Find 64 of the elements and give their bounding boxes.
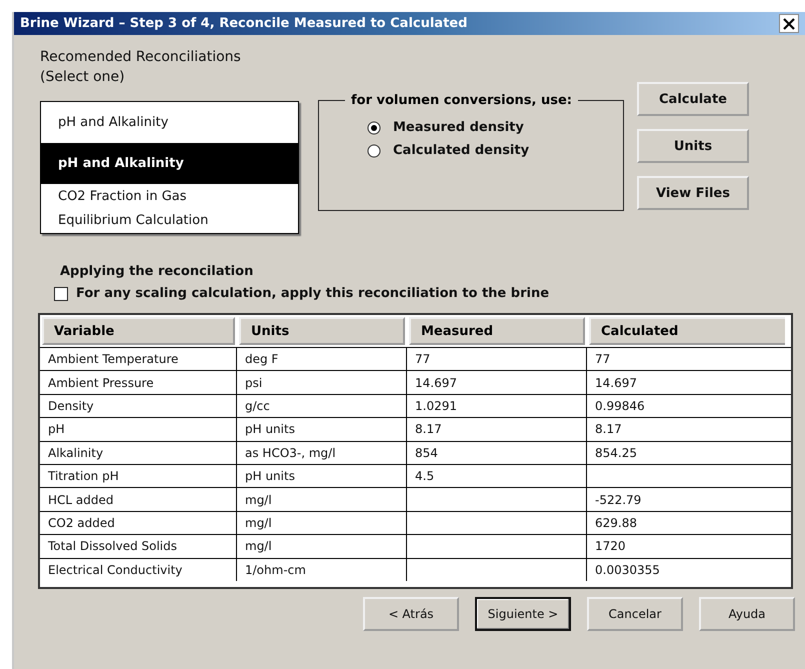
- group-title: for volumen conversions, use:: [350, 93, 573, 108]
- list-item[interactable]: CO2 Fraction in Gas: [41, 184, 298, 208]
- wizard-button[interactable]: Cancelar: [587, 597, 683, 631]
- table-cell: Density: [40, 394, 237, 418]
- table-cell: 1/ohm-cm: [237, 558, 407, 581]
- table-cell: psi: [237, 371, 407, 394]
- table-cell: HCL added: [40, 488, 237, 511]
- table-cell: 4.5: [407, 464, 587, 488]
- column-header[interactable]: Units: [239, 317, 405, 345]
- radio-button[interactable]: [367, 144, 381, 158]
- table-cell-text: 14.697: [594, 374, 638, 392]
- table-cell-text: 0.0030355: [594, 562, 661, 579]
- table-cell: mg/l: [237, 488, 407, 511]
- table-cell-text: -522.79: [594, 492, 642, 509]
- side-button[interactable]: Units: [637, 129, 749, 163]
- radio-label: Measured density: [393, 120, 524, 135]
- table-cell: 14.697: [407, 371, 587, 394]
- table-cell: deg F: [237, 348, 407, 370]
- table-cell: Ambient Temperature: [40, 348, 237, 370]
- wizard-button[interactable]: < Atrás: [363, 597, 459, 631]
- section-heading: Recomended Reconciliations: [40, 48, 242, 67]
- side-button[interactable]: Calculate: [637, 82, 749, 116]
- radio-button[interactable]: [367, 120, 381, 134]
- wizard-button[interactable]: Siguiente >: [475, 597, 571, 631]
- table-cell-text: 77: [594, 351, 612, 368]
- table-cell: 77: [407, 348, 587, 370]
- table-cell: 854: [407, 442, 587, 464]
- table-cell: Titration pH: [40, 464, 237, 488]
- column-header[interactable]: Calculated: [589, 317, 785, 345]
- section-subheading: (Select one): [40, 68, 126, 87]
- checkbox[interactable]: [54, 286, 68, 300]
- table-cell-text: 629.88: [594, 514, 638, 532]
- table-cell: Total Dissolved Solids: [40, 535, 237, 558]
- list-box[interactable]: pH and Alkalinity pH and Alkalinity CO2 Fraction in Gas Equilibrium Calculation: [40, 101, 299, 234]
- table-cell: pH units: [237, 418, 407, 441]
- close-button[interactable]: [779, 14, 799, 33]
- table-cell-text: 854.25: [594, 444, 638, 462]
- window-title: Brine Wizard – Step 3 of 4, Reconcile Measured to Calculated: [20, 16, 468, 31]
- table-cell: 8.17: [407, 418, 587, 441]
- table-cell: mg/l: [237, 512, 407, 534]
- table-cell: CO2 added: [40, 512, 237, 534]
- table-cell: Alkalinity: [40, 442, 237, 464]
- table-cell: Ambient Pressure: [40, 371, 237, 394]
- table-cell: as HCO3-, mg/l: [237, 442, 407, 464]
- table-cell: Electrical Conductivity: [40, 558, 237, 581]
- checkbox-label: For any scaling calculation, apply this reconciliation to the brine: [76, 286, 550, 301]
- close-icon: [783, 18, 795, 30]
- table-cell-text: 0.99846: [594, 398, 646, 415]
- table-cell: pH units: [237, 464, 407, 488]
- list-item[interactable]: pH and Alkalinity: [41, 102, 298, 143]
- column-header[interactable]: Measured: [409, 317, 585, 345]
- table-cell-text: 1720: [594, 538, 627, 556]
- side-button[interactable]: View Files: [637, 176, 749, 210]
- list-item[interactable]: Equilibrium Calculation: [41, 208, 298, 232]
- table-cell: 1.0291: [407, 394, 587, 418]
- list-item[interactable]: pH and Alkalinity: [41, 143, 298, 184]
- wizard-button[interactable]: Ayuda: [699, 597, 795, 631]
- table-cell: mg/l: [237, 535, 407, 558]
- table-cell: g/cc: [237, 394, 407, 418]
- column-header[interactable]: Variable: [42, 317, 235, 345]
- table-cell: pH: [40, 418, 237, 441]
- apply-heading: Applying the reconcilation: [60, 264, 254, 279]
- radio-label: Calculated density: [393, 143, 530, 158]
- table-cell-text: 8.17: [594, 421, 623, 438]
